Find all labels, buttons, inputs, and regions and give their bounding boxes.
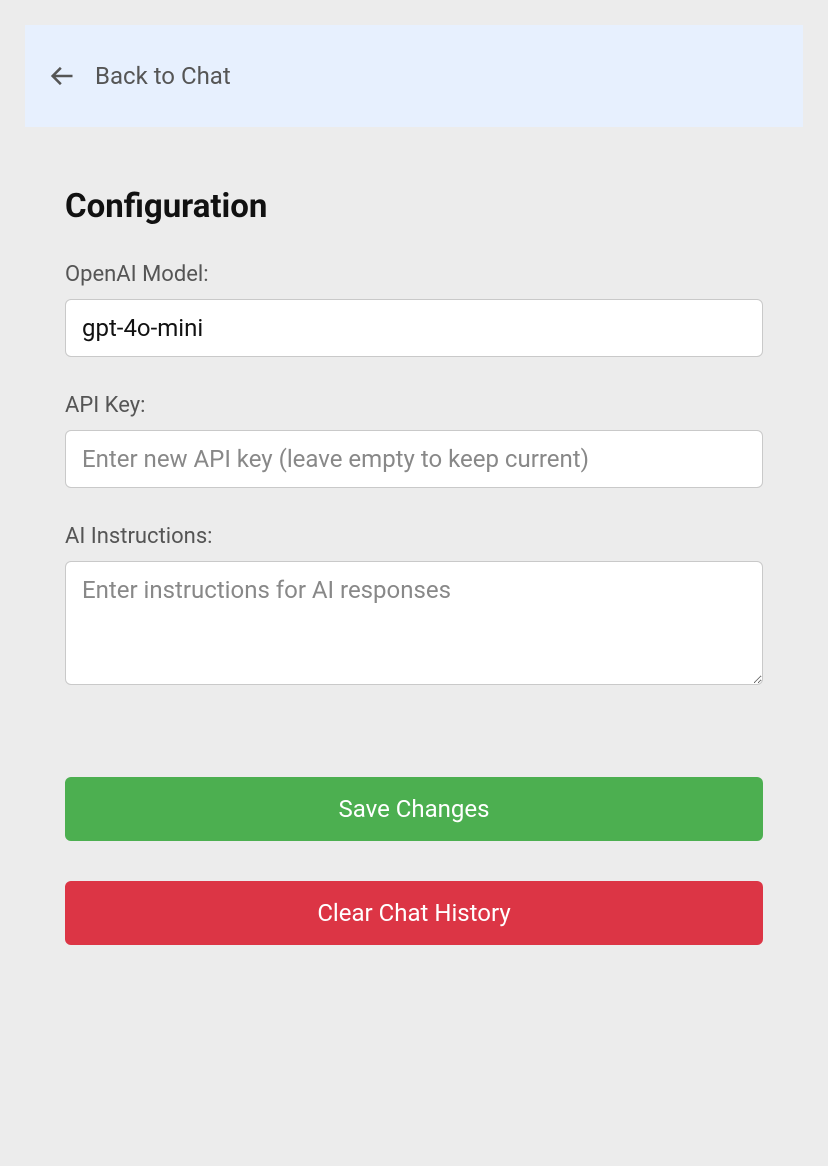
- instructions-label: AI Instructions:: [65, 524, 763, 549]
- back-arrow-icon[interactable]: [47, 61, 77, 91]
- model-label: OpenAI Model:: [65, 262, 763, 287]
- clear-history-button[interactable]: Clear Chat History: [65, 881, 763, 945]
- save-button[interactable]: Save Changes: [65, 777, 763, 841]
- api-key-input[interactable]: [65, 430, 763, 488]
- page-title: Configuration: [65, 187, 763, 226]
- instructions-textarea[interactable]: [65, 561, 763, 685]
- back-to-chat-link[interactable]: Back to Chat: [95, 62, 231, 90]
- instructions-field-group: AI Instructions:: [65, 524, 763, 689]
- model-field-group: OpenAI Model:: [65, 262, 763, 357]
- action-buttons: Save Changes Clear Chat History: [65, 777, 763, 945]
- model-input[interactable]: [65, 299, 763, 357]
- header-bar: Back to Chat: [25, 25, 803, 127]
- content-area: Configuration OpenAI Model: API Key: AI …: [0, 127, 828, 945]
- api-key-label: API Key:: [65, 393, 763, 418]
- api-key-field-group: API Key:: [65, 393, 763, 488]
